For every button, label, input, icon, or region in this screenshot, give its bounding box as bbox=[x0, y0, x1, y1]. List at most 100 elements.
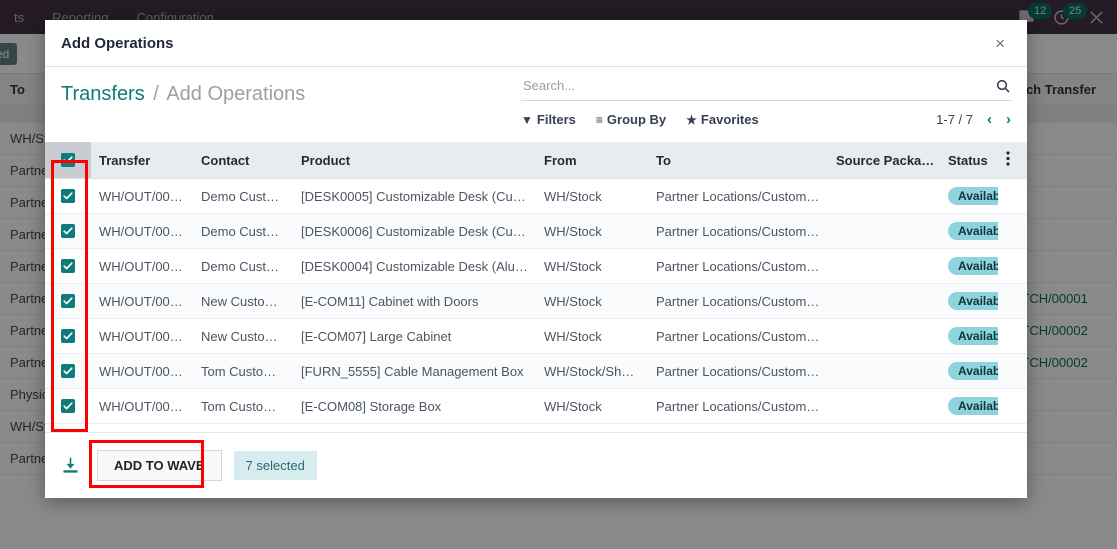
table-row[interactable]: WH/OUT/000… Demo Customer [DESK0006] Custo… bbox=[45, 213, 1027, 249]
operations-header-row: Transfer Contact Product From To Source … bbox=[45, 142, 1027, 179]
cell-product: [DESK0005] Customizable Desk (Custo… bbox=[293, 178, 536, 214]
row-checkbox[interactable] bbox=[61, 258, 75, 273]
status-badge: Available bbox=[948, 187, 998, 205]
control-panel: Transfers / Add Operations ▼ Filters bbox=[45, 67, 1027, 128]
add-to-wave-button[interactable]: ADD TO WAVE bbox=[97, 450, 222, 481]
pager-count[interactable]: 1-7 / 7 bbox=[936, 112, 973, 127]
row-select-cell[interactable] bbox=[45, 248, 91, 284]
table-row[interactable]: WH/OUT/000… Demo Customer [DESK0004] Custo… bbox=[45, 248, 1027, 284]
cell-from: WH/Stock/Shelf… bbox=[536, 353, 648, 389]
col-contact[interactable]: Contact bbox=[193, 142, 293, 179]
cell-product: [DESK0006] Customizable Desk (Custo… bbox=[293, 213, 536, 249]
table-row[interactable]: WH/OUT/000… Tom Customer [FURN_5555] Cable… bbox=[45, 353, 1027, 389]
cell-from: WH/Stock bbox=[536, 388, 648, 424]
search-area: ▼ Filters ≡ Group By ★ Favorites 1-7 / 7… bbox=[521, 77, 1011, 128]
col-from[interactable]: From bbox=[536, 142, 648, 179]
cell-status: Available bbox=[940, 318, 998, 354]
search-icon[interactable] bbox=[995, 78, 1011, 94]
cell-to: Partner Locations/Custome… bbox=[648, 283, 828, 319]
row-checkbox[interactable] bbox=[61, 223, 75, 238]
status-badge: Available bbox=[948, 292, 998, 310]
row-checkbox[interactable] bbox=[61, 188, 75, 203]
row-checkbox[interactable] bbox=[61, 293, 75, 308]
table-row[interactable]: WH/OUT/000… Demo Customer [DESK0005] Custo… bbox=[45, 178, 1027, 214]
cell-transfer: WH/OUT/000… bbox=[91, 178, 193, 214]
cell-status: Available bbox=[940, 213, 998, 249]
cell-contact: Demo Customer bbox=[193, 248, 293, 284]
search-row bbox=[521, 77, 1011, 101]
cell-product: [E-COM07] Large Cabinet bbox=[293, 318, 536, 354]
close-icon[interactable]: × bbox=[989, 31, 1011, 56]
col-product[interactable]: Product bbox=[293, 142, 536, 179]
cell-from: WH/Stock bbox=[536, 213, 648, 249]
breadcrumb: Transfers / Add Operations bbox=[61, 77, 305, 106]
selected-count-badge[interactable]: 7 selected bbox=[233, 451, 317, 480]
cell-contact: Tom Customer bbox=[193, 388, 293, 424]
cell-source-package bbox=[828, 178, 940, 214]
cell-contact: Demo Customer bbox=[193, 178, 293, 214]
cell-spacer bbox=[998, 388, 1027, 424]
status-badge: Available bbox=[948, 362, 998, 380]
table-row[interactable]: WH/OUT/000… Tom Customer [E-COM08] Storage… bbox=[45, 388, 1027, 424]
select-all-checkbox[interactable] bbox=[61, 152, 75, 167]
cell-source-package bbox=[828, 353, 940, 389]
cell-transfer: WH/OUT/000… bbox=[91, 353, 193, 389]
cell-status: Available bbox=[940, 283, 998, 319]
col-status[interactable]: Status bbox=[940, 142, 998, 179]
col-source-package[interactable]: Source Packa… bbox=[828, 142, 940, 179]
cell-spacer bbox=[998, 353, 1027, 389]
group-by-label: Group By bbox=[606, 112, 667, 127]
download-icon[interactable] bbox=[61, 456, 80, 475]
breadcrumb-transfers-link[interactable]: Transfers bbox=[61, 83, 145, 105]
cell-spacer bbox=[998, 213, 1027, 249]
cell-from: WH/Stock bbox=[536, 318, 648, 354]
row-select-cell[interactable] bbox=[45, 178, 91, 214]
table-row[interactable]: WH/OUT/000… New Customer [E-COM07] Large C… bbox=[45, 318, 1027, 354]
cell-source-package bbox=[828, 318, 940, 354]
filters-label: Filters bbox=[536, 112, 576, 127]
group-by-button[interactable]: ≡ Group By bbox=[596, 112, 666, 127]
status-badge: Available bbox=[948, 257, 998, 275]
add-operations-dialog: Add Operations × Transfers / Add Operati… bbox=[45, 20, 1027, 498]
row-select-cell[interactable] bbox=[45, 213, 91, 249]
status-badge: Available bbox=[948, 222, 998, 240]
cell-status: Available bbox=[940, 388, 998, 424]
cell-to: Partner Locations/Custome… bbox=[648, 213, 828, 249]
row-select-cell[interactable] bbox=[45, 353, 91, 389]
search-input[interactable] bbox=[521, 77, 995, 94]
operations-table-body: WH/OUT/000… Demo Customer [DESK0005] Custo… bbox=[45, 178, 1027, 424]
row-select-cell[interactable] bbox=[45, 388, 91, 424]
breadcrumb-separator: / bbox=[153, 83, 159, 105]
row-checkbox[interactable] bbox=[61, 363, 75, 378]
row-select-cell[interactable] bbox=[45, 318, 91, 354]
pager-previous-icon[interactable]: ‹ bbox=[987, 111, 992, 128]
cell-from: WH/Stock bbox=[536, 248, 648, 284]
options-dots-icon[interactable] bbox=[998, 142, 1027, 179]
cell-source-package bbox=[828, 283, 940, 319]
cell-spacer bbox=[998, 318, 1027, 354]
favorites-label: Favorites bbox=[700, 112, 759, 127]
table-row[interactable]: WH/OUT/000… New Customer [E-COM11] Cabinet… bbox=[45, 283, 1027, 319]
dialog-body: Transfers / Add Operations ▼ Filters bbox=[45, 67, 1027, 432]
cell-status: Available bbox=[940, 353, 998, 389]
cell-to: Partner Locations/Custome… bbox=[648, 353, 828, 389]
row-checkbox[interactable] bbox=[61, 398, 75, 413]
cell-status: Available bbox=[940, 178, 998, 214]
cell-product: [DESK0004] Customizable Desk (Alumi… bbox=[293, 248, 536, 284]
col-transfer[interactable]: Transfer bbox=[91, 142, 193, 179]
row-select-cell[interactable] bbox=[45, 283, 91, 319]
cell-transfer: WH/OUT/000… bbox=[91, 248, 193, 284]
col-to[interactable]: To bbox=[648, 142, 828, 179]
cell-to: Partner Locations/Custome… bbox=[648, 388, 828, 424]
filters-button[interactable]: ▼ Filters bbox=[521, 112, 576, 127]
favorites-button[interactable]: ★ Favorites bbox=[686, 112, 759, 127]
cell-transfer: WH/OUT/000… bbox=[91, 283, 193, 319]
select-all-cell[interactable] bbox=[45, 142, 91, 179]
row-checkbox[interactable] bbox=[61, 328, 75, 343]
pager-next-icon[interactable]: › bbox=[1006, 111, 1011, 128]
group-by-lines-icon: ≡ bbox=[595, 112, 603, 127]
status-badge: Available bbox=[948, 327, 998, 345]
cell-transfer: WH/OUT/000… bbox=[91, 388, 193, 424]
cell-from: WH/Stock bbox=[536, 178, 648, 214]
cell-contact: New Customer bbox=[193, 318, 293, 354]
